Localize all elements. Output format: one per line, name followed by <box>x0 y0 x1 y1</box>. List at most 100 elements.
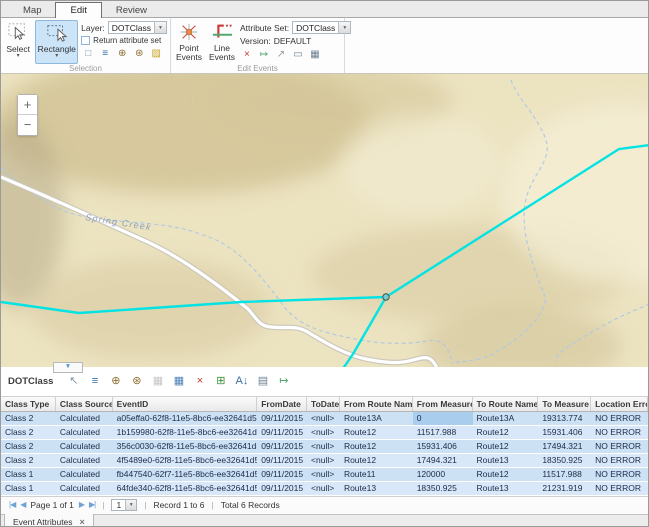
tab-review[interactable]: Review <box>102 3 161 17</box>
attribute-set-combobox-arrow-icon[interactable]: ▼ <box>338 22 350 33</box>
table-row[interactable]: Class 1Calculatedfb447540-62f7-11e5-8bc6… <box>1 468 648 481</box>
pan-to-selected-icon[interactable]: ⊛ <box>128 373 145 389</box>
clear-selection-icon[interactable]: ▨ <box>149 47 163 60</box>
table-cell[interactable]: <null> <box>307 440 340 453</box>
snap-event-icon[interactable]: ↗ <box>274 48 288 61</box>
table-cell[interactable]: 4f5489e0-62f8-11e5-8bc6-ee32641d5ec9 <box>113 454 258 467</box>
table-cell[interactable]: 17494.321 <box>538 440 591 453</box>
table-cell[interactable]: 120000 <box>413 468 473 481</box>
column-header[interactable]: ToDate <box>307 397 340 411</box>
table-cell[interactable]: 09/11/2015 <box>257 440 307 453</box>
table-cell[interactable]: 09/11/2015 <box>257 426 307 439</box>
show-selected-records-icon[interactable]: ≡ <box>86 373 103 389</box>
table-cell[interactable]: Route13A <box>473 412 539 425</box>
rectangle-tool-caret-icon[interactable]: ▾ <box>55 54 58 59</box>
table-cell[interactable]: 19313.774 <box>538 412 591 425</box>
table-cell[interactable]: <null> <box>307 468 340 481</box>
table-row[interactable]: Class 2Calculated4f5489e0-62f8-11e5-8bc6… <box>1 454 648 467</box>
table-cell[interactable]: <null> <box>307 412 340 425</box>
sort-icon[interactable]: A↓ <box>233 373 250 389</box>
column-header[interactable]: To Route Name <box>473 397 539 411</box>
table-cell[interactable]: <null> <box>307 426 340 439</box>
table-cell[interactable]: NO ERROR <box>591 454 648 467</box>
table-cell[interactable]: Class 2 <box>1 426 56 439</box>
last-page-button[interactable]: ▶| <box>89 501 95 509</box>
split-event-icon[interactable]: × <box>240 48 254 61</box>
table-cell[interactable]: 09/11/2015 <box>257 482 307 495</box>
attribute-form-icon[interactable]: ▤ <box>254 373 271 389</box>
table-cell[interactable]: <null> <box>307 482 340 495</box>
column-header[interactable]: From Route Name <box>340 397 413 411</box>
table-cell[interactable]: Calculated <box>56 412 113 425</box>
tab-map[interactable]: Map <box>9 3 55 17</box>
route-junction-marker[interactable] <box>383 293 389 299</box>
remove-from-results-icon[interactable]: × <box>191 373 208 389</box>
table-cell[interactable]: NO ERROR <box>591 426 648 439</box>
table-cell[interactable]: Calculated <box>56 482 113 495</box>
event-table-icon[interactable]: ▦ <box>308 48 322 61</box>
layer-combobox[interactable]: DOTClass ▼ <box>108 21 167 34</box>
table-cell[interactable]: 11517.988 <box>413 426 473 439</box>
table-cell[interactable]: NO ERROR <box>591 468 648 481</box>
table-cell[interactable]: Route12 <box>340 440 413 453</box>
attribute-window-icon[interactable]: ≡ <box>98 47 112 60</box>
table-cell[interactable]: Route12 <box>340 454 413 467</box>
table-cell[interactable]: <null> <box>307 454 340 467</box>
page-select-arrow-icon[interactable]: ▼ <box>125 500 136 510</box>
table-cell[interactable]: Calculated <box>56 440 113 453</box>
floating-window-icon[interactable]: ▭ <box>291 48 305 61</box>
table-cell[interactable]: Route13 <box>473 482 539 495</box>
tab-event-attributes[interactable]: Event Attributes × <box>4 514 94 527</box>
table-cell[interactable]: fb447540-62f7-11e5-8bc6-ee32641d5ec9 <box>113 468 258 481</box>
table-cell[interactable]: Route13 <box>340 482 413 495</box>
table-cell[interactable]: 356c0030-62f8-11e5-8bc6-ee32641d5ec9 <box>113 440 258 453</box>
table-cell[interactable]: Calculated <box>56 454 113 467</box>
layer-combobox-arrow-icon[interactable]: ▼ <box>154 22 166 33</box>
table-cell[interactable]: NO ERROR <box>591 482 648 495</box>
table-row[interactable]: Class 2Calculateda05effa0-62f8-11e5-8bc6… <box>1 412 648 425</box>
table-cell[interactable]: Class 2 <box>1 412 56 425</box>
table-cell[interactable]: 1b159980-62f8-11e5-8bc6-ee32641d5ec9 <box>113 426 258 439</box>
table-cell[interactable]: Calculated <box>56 426 113 439</box>
line-events-button[interactable]: Line Events <box>207 20 237 64</box>
table-cell[interactable]: 0 <box>413 412 473 425</box>
table-cell[interactable]: NO ERROR <box>591 440 648 453</box>
table-cell[interactable]: Route12 <box>340 426 413 439</box>
zoom-to-selection-icon[interactable]: ⊕ <box>115 47 129 60</box>
measure-icon[interactable]: ↦ <box>275 373 292 389</box>
select-events-icon[interactable]: ↖ <box>65 373 82 389</box>
add-to-results-icon[interactable]: ⊞ <box>212 373 229 389</box>
point-events-button[interactable]: Point Events <box>174 20 204 64</box>
merge-event-icon[interactable]: ↦ <box>257 48 271 61</box>
select-tool-button[interactable]: Select ▾ <box>4 20 32 64</box>
pan-to-selection-icon[interactable]: ⊛ <box>132 47 146 60</box>
save-results-icon[interactable]: ▦ <box>149 373 166 389</box>
table-cell[interactable]: 18350.925 <box>538 454 591 467</box>
table-cell[interactable]: Class 1 <box>1 468 56 481</box>
table-cell[interactable]: a05effa0-62f8-11e5-8bc6-ee32641d5ec9 <box>113 412 258 425</box>
column-header[interactable]: Class Type <box>1 397 56 411</box>
table-cell[interactable]: 11517.988 <box>538 468 591 481</box>
zoom-out-button[interactable]: − <box>18 115 37 135</box>
table-cell[interactable]: Route12 <box>473 426 539 439</box>
table-cell[interactable]: 09/11/2015 <box>257 412 307 425</box>
select-features-icon[interactable]: □ <box>81 47 95 60</box>
table-cell[interactable]: 15931.406 <box>538 426 591 439</box>
table-cell[interactable]: 15931.406 <box>413 440 473 453</box>
open-in-table-icon[interactable]: ▦ <box>170 373 187 389</box>
next-page-button[interactable]: ▶ <box>79 501 84 509</box>
column-header[interactable]: EventID <box>113 397 258 411</box>
table-cell[interactable]: Class 1 <box>1 482 56 495</box>
table-cell[interactable]: 17494.321 <box>413 454 473 467</box>
table-cell[interactable]: Calculated <box>56 468 113 481</box>
map-view[interactable]: Spring Creek + − ▼ <box>1 74 648 367</box>
column-header[interactable]: From Measure <box>413 397 473 411</box>
column-header[interactable]: Location Error <box>591 397 648 411</box>
table-row[interactable]: Class 2Calculated1b159980-62f8-11e5-8bc6… <box>1 426 648 439</box>
column-header[interactable]: Class Source <box>56 397 113 411</box>
table-cell[interactable]: Route11 <box>340 468 413 481</box>
panel-collapse-tab[interactable]: ▼ <box>53 362 83 373</box>
table-cell[interactable]: Class 2 <box>1 440 56 453</box>
tab-edit[interactable]: Edit <box>55 2 101 18</box>
table-cell[interactable]: 64fde340-62f8-11e5-8bc6-ee32641d5ec9 <box>113 482 258 495</box>
